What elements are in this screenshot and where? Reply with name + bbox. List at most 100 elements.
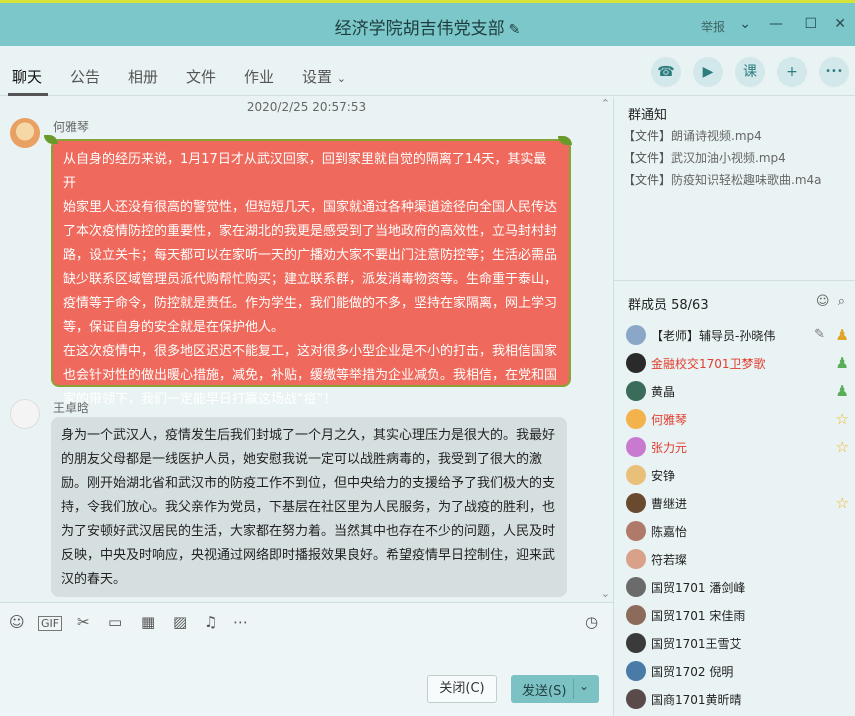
chat-area[interactable]: 2020/2/25 20:57:53 ⌃ 何雅琴 从自身的经历来说，1月17日才… xyxy=(0,97,613,602)
message-bubble[interactable]: 身为一个武汉人，疫情发生后我们封城了一个月之久，其实心理压力是很大的。我最好 的… xyxy=(51,417,567,597)
emoji-icon[interactable]: ☺ xyxy=(9,613,25,631)
member-avatar[interactable] xyxy=(626,437,646,457)
member-name: 国贸1701王雪艾 xyxy=(651,637,742,651)
send-divider xyxy=(573,679,574,699)
member-avatar[interactable] xyxy=(626,493,646,513)
close-icon[interactable]: ✕ xyxy=(834,16,846,32)
member-row[interactable]: 安铮 xyxy=(626,464,851,488)
avatar[interactable] xyxy=(10,118,40,148)
message-line: 了本次疫情防控的重要性，家在湖北的我更是感受到了当地政府的高效性，立马封村封 xyxy=(63,224,558,239)
member-row[interactable]: 国贸1701王雪艾 xyxy=(626,632,851,656)
report-button[interactable]: 举报 xyxy=(701,18,725,35)
member-name: 张力元 xyxy=(651,441,688,455)
member-row[interactable]: 国贸1702 倪明 xyxy=(626,660,851,684)
message-line: 在这次疫情中，很多地区迟迟不能复工，这对很多小型企业是不小的打击，我相信国家 xyxy=(63,344,558,359)
member-avatar[interactable] xyxy=(626,689,646,709)
member-row[interactable]: 国贸1701 潘剑峰 xyxy=(626,576,851,600)
avatar[interactable] xyxy=(10,399,40,429)
history-icon[interactable]: ◷ xyxy=(585,613,598,631)
message-bubble[interactable]: 从自身的经历来说，1月17日才从武汉回家，回到家里就自觉的隔离了14天，其实最开… xyxy=(51,139,571,407)
scroll-down-icon[interactable]: ⌄ xyxy=(601,587,610,600)
member-avatar[interactable] xyxy=(626,633,646,653)
member-avatar[interactable] xyxy=(626,549,646,569)
sender-name: 何雅琴 xyxy=(53,120,90,134)
tab-settings[interactable]: 设置 ⌄ xyxy=(302,66,346,87)
tab-homework[interactable]: 作业 xyxy=(244,66,274,87)
video-icon[interactable]: ▶ xyxy=(693,57,723,87)
notice-file-item[interactable]: 【文件】武汉加油小视频.mp4 xyxy=(623,149,786,166)
tab-chat[interactable]: 聊天 xyxy=(12,66,42,87)
send-options-icon[interactable]: ⌄ xyxy=(579,679,589,693)
member-search-icon[interactable]: ⌕ xyxy=(838,294,845,309)
message-line: 汉的春天。 xyxy=(61,572,127,587)
tab-files[interactable]: 文件 xyxy=(186,66,216,87)
member-row[interactable]: 【老师】辅导员-孙晓伟 ✎ ♟ xyxy=(626,324,851,348)
message-line: 为了安顿好武汉居民的生活，大家都在努力着。当然其中也存在不少的问题，人民及时 xyxy=(61,524,556,539)
bell-icon[interactable]: ♫ xyxy=(204,613,217,631)
member-avatar[interactable] xyxy=(626,577,646,597)
sender-name: 王卓晗 xyxy=(53,401,90,415)
more-icon[interactable]: ••• xyxy=(819,57,849,87)
notice-file-item[interactable]: 【文件】防疫知识轻松趣味歌曲.m4a xyxy=(623,171,822,188)
message-line: 的朋友父母都是一线医护人员，她安慰我说一定可以战胜病毒的，我受到了很大的激 xyxy=(61,452,543,467)
member-row[interactable]: 曹继进 ☆ xyxy=(626,492,851,516)
member-row[interactable]: 张力元 ☆ xyxy=(626,436,851,460)
message-input-area[interactable]: ☺ GIF ✂ ▭ ▦ ▨ ♫ ⋯ ◷ 关闭(C) 发送(S) ⌄ xyxy=(0,602,613,716)
window-title: 经济学院胡吉伟党支部 ✎ xyxy=(0,14,855,39)
member-row[interactable]: 国贸1701 宋佳雨 xyxy=(626,604,851,628)
phone-icon[interactable]: ☎ xyxy=(651,57,681,87)
leaf-decoration xyxy=(44,135,58,144)
message-line: 反映，中央及时响应，央视通过网络即时播报效果良好。希望疫情早日控制住，迎来武 xyxy=(61,548,556,563)
member-name: 国贸1701 潘剑峰 xyxy=(651,581,746,595)
tab-announcement[interactable]: 公告 xyxy=(70,66,100,87)
add-chat-icon[interactable]: + xyxy=(777,57,807,87)
more-tools-icon[interactable]: ⋯ xyxy=(233,613,248,631)
member-avatar[interactable] xyxy=(626,465,646,485)
image-icon[interactable]: ▨ xyxy=(173,613,187,631)
member-avatar[interactable] xyxy=(626,381,646,401)
scroll-up-icon[interactable]: ⌃ xyxy=(601,97,610,110)
admin-badge-icon: ♟ xyxy=(835,354,849,372)
send-button[interactable]: 发送(S) ⌄ xyxy=(511,675,599,703)
admin-badge-icon: ♟ xyxy=(835,382,849,400)
minimize-icon[interactable]: — xyxy=(769,16,783,32)
close-button[interactable]: 关闭(C) xyxy=(427,675,497,703)
tab-album[interactable]: 相册 xyxy=(128,66,158,87)
dropdown-icon[interactable]: ⌄ xyxy=(739,16,751,32)
chevron-down-icon: ⌄ xyxy=(336,72,347,85)
scissors-icon[interactable]: ✂ xyxy=(77,613,90,631)
member-avatar[interactable] xyxy=(626,409,646,429)
notice-heading: 群通知 xyxy=(628,108,668,123)
star-badge-icon: ☆ xyxy=(835,438,849,456)
member-name: 何雅琴 xyxy=(651,413,688,427)
maximize-icon[interactable]: ☐ xyxy=(804,16,817,32)
members-heading: 群成员 58/63 xyxy=(628,298,709,313)
member-row[interactable]: 符若璨 xyxy=(626,548,851,572)
member-name: 金融校交1701卫梦歌 xyxy=(651,357,766,371)
member-row[interactable]: 金融校交1701卫梦歌 ♟ xyxy=(626,352,851,376)
star-badge-icon: ☆ xyxy=(835,494,849,512)
gif-icon[interactable]: GIF xyxy=(38,616,63,631)
member-avatar[interactable] xyxy=(626,605,646,625)
tab-settings-label: 设置 xyxy=(302,68,333,86)
member-avatar[interactable] xyxy=(626,661,646,681)
member-name: 黄晶 xyxy=(651,385,676,399)
member-row[interactable]: 黄晶 ♟ xyxy=(626,380,851,404)
member-row[interactable]: 陈嘉怡 xyxy=(626,520,851,544)
member-avatar[interactable] xyxy=(626,521,646,541)
tab-bar: 聊天 公告 相册 文件 作业 设置 ⌄ ☎ ▶ 课 + ••• xyxy=(0,46,855,96)
member-avatar[interactable] xyxy=(626,325,646,345)
member-row[interactable]: 何雅琴 ☆ xyxy=(626,408,851,432)
edit-member-icon[interactable]: ✎ xyxy=(814,327,825,342)
member-name: 陈嘉怡 xyxy=(651,525,688,539)
folder-icon[interactable]: ▭ xyxy=(108,613,122,631)
edit-name-icon[interactable]: ✎ xyxy=(509,22,521,38)
template-icon[interactable]: ▦ xyxy=(141,613,155,631)
send-button-label: 发送(S) xyxy=(522,684,567,699)
member-row[interactable]: 国商1701黄昕晴 xyxy=(626,688,851,712)
member-mention-icon[interactable]: ☺ xyxy=(816,294,830,309)
class-icon[interactable]: 课 xyxy=(735,57,765,87)
file-prefix: 【文件】 xyxy=(623,173,672,187)
member-avatar[interactable] xyxy=(626,353,646,373)
notice-file-item[interactable]: 【文件】朗诵诗视频.mp4 xyxy=(623,127,762,144)
